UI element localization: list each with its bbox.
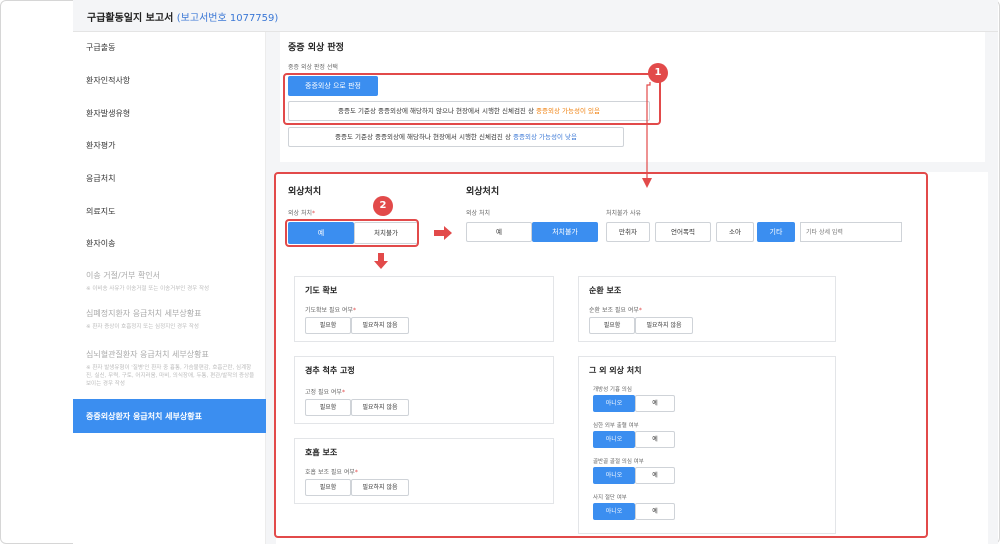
sidebar-item-medical-guidance[interactable]: 의료지도 — [73, 206, 266, 217]
sidebar-item-label: 의료지도 — [86, 207, 116, 216]
highlight-box-trauma-toggle — [285, 219, 419, 247]
sidebar-item-assessment[interactable]: 환자평가 — [73, 140, 266, 151]
sidebar-item-label: 환자평가 — [86, 141, 116, 150]
sidebar-item-note: ※ 이비송 사유가 이송거절 또는 이송거부인 경우 작성 — [86, 286, 210, 292]
sidebar-item-label: 환자이송 — [86, 239, 116, 248]
sidebar-item-label: 환자인적사항 — [86, 76, 131, 85]
annotation-badge-1: 1 — [648, 63, 668, 83]
arrow-down-icon — [374, 253, 388, 269]
sidebar-item-transport[interactable]: 환자이송 — [73, 238, 266, 249]
sidebar-item-note: ※ 환자 증상이 호흡정지 또는 심정지인 경우 작성 — [86, 324, 199, 330]
annotation-badge-2: 2 — [373, 196, 393, 216]
option-text: 중증도 기준상 중증외상에 해당하나 현장에서 시행한 신체검진 상 — [335, 133, 511, 141]
report-title-text: 구급활동일지 보고서 — [87, 13, 174, 24]
connector-arrow-icon — [642, 82, 652, 188]
highlight-box-severe-options — [283, 73, 661, 125]
sidebar-item-label: 심뇌혈관질환자 응급처치 세부상황표 — [86, 350, 209, 359]
sidebar-item-cardio-cerebro[interactable]: 심뇌혈관질환자 응급처치 세부상황표 ※ 환자 발생유형이 '질병'인 환자 중… — [73, 349, 266, 388]
sidebar-item-label: 이송 거절/거부 확인서 — [86, 271, 161, 280]
sidebar-item-dispatch[interactable]: 구급출동 — [73, 42, 266, 53]
sidebar-item-label: 응급처치 — [86, 174, 116, 183]
sidebar-item-first-aid[interactable]: 응급처치 — [73, 173, 266, 184]
sidebar: 구급출동 환자인적사항 환자발생유형 환자평가 응급처치 의료지도 환자이송 이… — [73, 32, 266, 544]
arrow-right-icon — [434, 226, 452, 240]
sidebar-item-label: 환자발생유형 — [86, 109, 131, 118]
report-title: 구급활동일지 보고서 (보고서번호 1077759) — [87, 9, 278, 24]
sidebar-item-label: 구급출동 — [86, 43, 116, 52]
sidebar-item-label: 중증외상환자 응급처치 세부상황표 — [86, 412, 202, 421]
sidebar-item-cardiac-arrest[interactable]: 심폐정지환자 응급처치 세부상황표 ※ 환자 증상이 호흡정지 또는 심정지인 … — [73, 308, 266, 331]
report-header: 구급활동일지 보고서 (보고서번호 1077759) — [73, 0, 998, 32]
report-number: (보고서번호 1077759) — [176, 13, 279, 24]
sidebar-item-note: ※ 환자 발생유형이 '질병'인 환자 중 흉통, 가슴불편감, 호흡곤란, 심… — [86, 365, 255, 387]
sidebar-item-label: 심폐정지환자 응급처치 세부상황표 — [86, 309, 202, 318]
severe-trauma-title: 중증 외상 판정 — [288, 43, 344, 53]
severe-trauma-label: 중증 외상 판정 선택 — [288, 64, 338, 71]
option-highlight: 중증외상 가능성이 낮음 — [513, 133, 577, 141]
sidebar-item-patient-info[interactable]: 환자인적사항 — [73, 75, 266, 86]
sidebar-item-occurrence-type[interactable]: 환자발생유형 — [73, 108, 266, 119]
sidebar-item-refusal[interactable]: 이송 거절/거부 확인서 ※ 이비송 사유가 이송거절 또는 이송거부인 경우 … — [73, 270, 266, 293]
sidebar-item-severe-trauma[interactable]: 중증외상환자 응급처치 세부상황표 — [73, 399, 266, 433]
severe-option-unlikely[interactable]: 중증도 기준상 중증외상에 해당하나 현장에서 시행한 신체검진 상 중증외상 … — [288, 127, 624, 147]
